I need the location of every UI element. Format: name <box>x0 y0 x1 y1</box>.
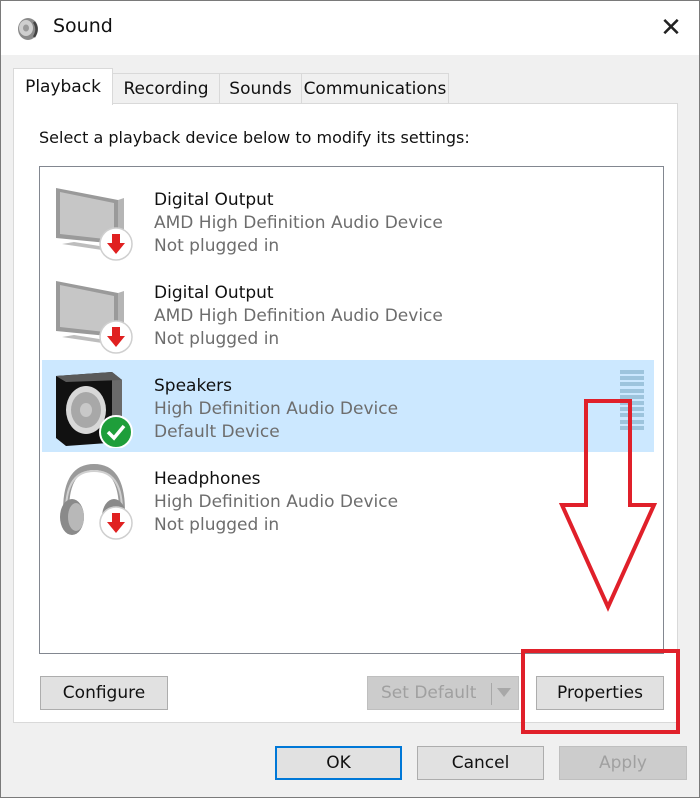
sound-dialog: Sound ✕ Playback Recording Sounds Commun… <box>0 0 700 798</box>
properties-button[interactable]: Properties <box>536 676 664 710</box>
device-name: Speakers <box>154 376 233 396</box>
set-default-button[interactable]: Set Default <box>367 676 519 710</box>
cancel-button[interactable]: Cancel <box>417 746 544 780</box>
title-bar: Sound ✕ <box>1 1 699 55</box>
device-name: Headphones <box>154 469 261 489</box>
device-status: Not plugged in <box>154 515 280 535</box>
unplugged-badge-icon <box>99 320 133 354</box>
window-title: Sound <box>53 15 113 37</box>
set-default-label: Set Default <box>381 683 477 703</box>
device-description: AMD High Definition Audio Device <box>154 306 443 326</box>
speaker-icon <box>18 18 38 40</box>
monitor-icon <box>56 281 133 354</box>
device-name: Digital Output <box>154 190 274 210</box>
device-description: AMD High Definition Audio Device <box>154 213 443 233</box>
close-button[interactable]: ✕ <box>643 1 699 55</box>
monitor-icon <box>56 188 133 261</box>
device-description: High Definition Audio Device <box>154 492 399 512</box>
headphones-icon <box>60 463 133 540</box>
playback-panel: Select a playback device below to modify… <box>13 103 678 723</box>
tab-playback[interactable]: Playback <box>13 68 113 105</box>
tab-sounds[interactable]: Sounds <box>219 73 302 103</box>
ok-button[interactable]: OK <box>275 746 402 780</box>
unplugged-badge-icon <box>99 506 133 540</box>
split-separator <box>491 683 492 705</box>
device-status: Not plugged in <box>154 329 280 349</box>
instruction-text: Select a playback device below to modify… <box>39 128 470 147</box>
device-item[interactable]: Digital Output AMD High Definition Audio… <box>42 174 654 266</box>
device-description: High Definition Audio Device <box>154 399 399 419</box>
configure-button[interactable]: Configure <box>40 676 168 710</box>
device-item[interactable]: Digital Output AMD High Definition Audio… <box>42 267 654 359</box>
tab-recording[interactable]: Recording <box>112 73 220 103</box>
volume-level-meter <box>620 370 644 438</box>
apply-button[interactable]: Apply <box>559 746 687 780</box>
chevron-down-icon[interactable] <box>497 688 511 697</box>
device-status: Not plugged in <box>154 236 280 256</box>
tab-communications[interactable]: Communications <box>301 73 449 103</box>
speaker-box-icon <box>56 372 133 448</box>
default-check-badge-icon <box>99 415 133 448</box>
device-name: Digital Output <box>154 283 274 303</box>
unplugged-badge-icon <box>99 227 133 261</box>
close-icon: ✕ <box>660 13 682 43</box>
device-item-selected[interactable]: Speakers High Definition Audio Device De… <box>42 360 654 452</box>
device-list[interactable]: Digital Output AMD High Definition Audio… <box>39 166 664 654</box>
device-item[interactable]: Headphones High Definition Audio Device … <box>42 453 654 545</box>
device-status: Default Device <box>154 422 280 442</box>
